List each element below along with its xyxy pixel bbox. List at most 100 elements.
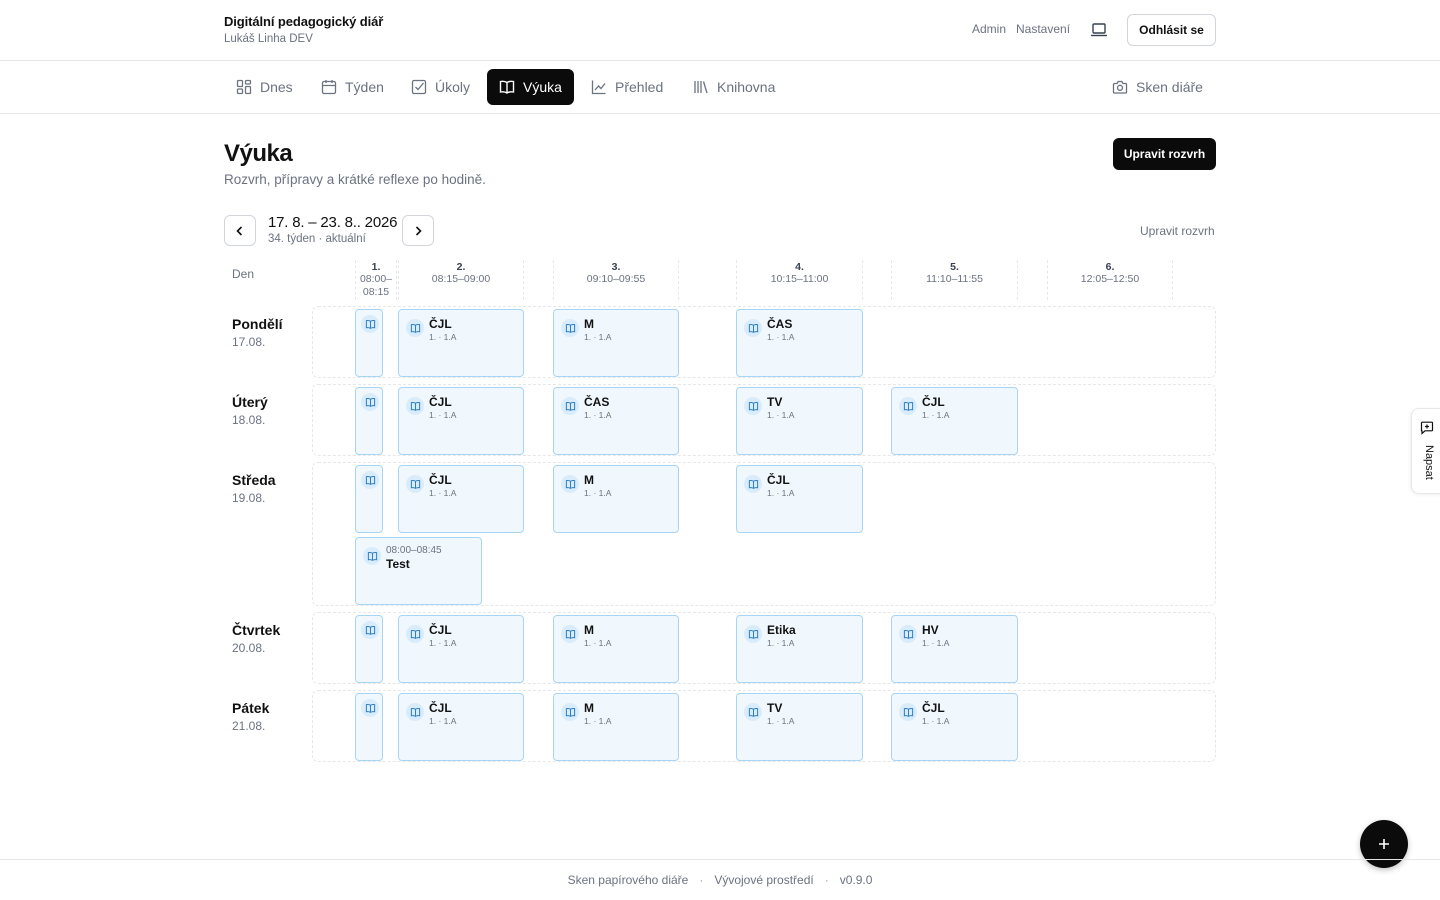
chart-icon xyxy=(591,80,606,95)
lesson-class: 1. · 1.A xyxy=(767,716,795,726)
admin-link[interactable]: Admin xyxy=(972,22,1006,36)
period-time: 08:15–09:00 xyxy=(431,273,491,285)
lesson-card[interactable]: Etika 1. · 1.A xyxy=(736,615,863,683)
library-icon xyxy=(694,81,708,94)
day-name: Pondělí xyxy=(232,316,283,332)
tab-vyuka[interactable]: Výuka xyxy=(487,69,574,105)
event-title: Test xyxy=(386,557,410,571)
book-icon xyxy=(899,397,917,415)
book-icon xyxy=(361,315,379,333)
lesson-subject: HV xyxy=(922,623,939,637)
book-icon xyxy=(744,625,762,643)
lesson-class: 1. · 1.A xyxy=(584,410,612,420)
period-number: 3. xyxy=(611,261,621,273)
tab-label: Sken diáře xyxy=(1136,79,1203,95)
lesson-class: 1. · 1.A xyxy=(922,638,950,648)
lesson-subject: TV xyxy=(767,701,783,715)
day-name: Středa xyxy=(232,472,276,488)
lesson-card[interactable]: ČJL 1. · 1.A xyxy=(736,465,863,533)
period-number: 2. xyxy=(456,261,466,273)
lesson-card[interactable]: ČJL 1. · 1.A xyxy=(398,309,524,377)
next-week-button[interactable] xyxy=(402,215,434,246)
lesson-card[interactable]: M 1. · 1.A xyxy=(553,309,679,377)
lesson-class: 1. · 1.A xyxy=(922,410,950,420)
lesson-subject: ČJL xyxy=(429,701,452,715)
lesson-card[interactable] xyxy=(355,615,383,683)
period-header: 5. 11:10–11:55 xyxy=(891,260,1018,300)
calendar-icon xyxy=(321,80,337,95)
lesson-card[interactable] xyxy=(355,309,383,377)
footer-scan-link[interactable]: Sken papírového diáře xyxy=(568,873,689,887)
lesson-card[interactable] xyxy=(355,465,383,533)
footer: Sken papírového diáře · Vývojové prostře… xyxy=(0,859,1440,900)
settings-link[interactable]: Nastavení xyxy=(1016,22,1070,36)
main-navigation: Dnes Týden Úkoly Výuka Přehled Knihovna … xyxy=(0,61,1440,114)
book-icon xyxy=(561,397,579,415)
lesson-class: 1. · 1.A xyxy=(584,488,612,498)
day-name: Čtvrtek xyxy=(232,622,281,638)
camera-icon xyxy=(1112,80,1128,94)
lesson-class: 1. · 1.A xyxy=(429,332,457,342)
lesson-card[interactable]: HV 1. · 1.A xyxy=(891,615,1018,683)
lesson-card[interactable]: ČJL 1. · 1.A xyxy=(398,693,524,761)
period-number: 6. xyxy=(1105,261,1115,273)
lesson-card[interactable] xyxy=(355,387,383,455)
lesson-card[interactable]: ČJL 1. · 1.A xyxy=(891,693,1018,761)
lesson-subject: ČAS xyxy=(584,395,610,409)
lesson-card[interactable]: TV 1. · 1.A xyxy=(736,693,863,761)
tab-tyden[interactable]: Týden xyxy=(309,69,396,105)
book-icon xyxy=(899,703,917,721)
lesson-subject: ČJL xyxy=(767,473,790,487)
book-icon xyxy=(406,397,424,415)
lesson-card[interactable]: ČJL 1. · 1.A xyxy=(398,465,524,533)
lesson-class: 1. · 1.A xyxy=(584,332,612,342)
lesson-subject: M xyxy=(584,623,594,637)
edit-schedule-button[interactable]: Upravit rozvrh xyxy=(1113,138,1216,170)
tab-label: Dnes xyxy=(260,79,293,95)
period-time: 11:10–11:55 xyxy=(926,273,983,285)
feedback-tab[interactable]: Napsat xyxy=(1411,408,1440,494)
lesson-card[interactable]: ČJL 1. · 1.A xyxy=(891,387,1018,455)
lesson-card[interactable]: ČAS 1. · 1.A xyxy=(553,387,679,455)
top-bar: Digitální pedagogický diář Lukáš Linha D… xyxy=(0,0,1440,61)
lesson-card[interactable]: M 1. · 1.A xyxy=(553,465,679,533)
book-icon xyxy=(744,475,762,493)
event-card[interactable]: 08:00–08:45 Test xyxy=(355,537,482,605)
lesson-card[interactable]: ČAS 1. · 1.A xyxy=(736,309,863,377)
period-header: 6. 12:05–12:50 xyxy=(1047,260,1173,300)
lesson-card[interactable]: M 1. · 1.A xyxy=(553,693,679,761)
book-icon xyxy=(406,319,424,337)
book-icon xyxy=(406,475,424,493)
lesson-card[interactable]: M 1. · 1.A xyxy=(553,615,679,683)
tab-ukoly[interactable]: Úkoly xyxy=(399,69,482,105)
event-time: 08:00–08:45 xyxy=(386,545,442,556)
lesson-card[interactable] xyxy=(355,693,383,761)
lesson-subject: M xyxy=(584,473,594,487)
lesson-class: 1. · 1.A xyxy=(584,716,612,726)
lesson-card[interactable]: TV 1. · 1.A xyxy=(736,387,863,455)
lesson-card[interactable]: ČJL 1. · 1.A xyxy=(398,387,524,455)
edit-schedule-link[interactable]: Upravit rozvrh xyxy=(1140,224,1215,238)
tab-label: Knihovna xyxy=(717,79,776,95)
book-icon xyxy=(406,625,424,643)
book-icon xyxy=(361,621,379,639)
footer-environment: Vývojové prostředí xyxy=(714,873,814,887)
tab-sken-diare[interactable]: Sken diáře xyxy=(1100,69,1215,105)
lesson-subject: ČAS xyxy=(767,317,793,331)
book-icon xyxy=(744,397,762,415)
tab-knihovna[interactable]: Knihovna xyxy=(681,69,787,105)
previous-week-button[interactable] xyxy=(224,215,256,246)
lesson-card[interactable]: ČJL 1. · 1.A xyxy=(398,615,524,683)
laptop-icon[interactable] xyxy=(1090,22,1108,38)
tab-dnes[interactable]: Dnes xyxy=(224,69,305,105)
chevron-left-icon xyxy=(236,225,243,236)
logout-button[interactable]: Odhlásit se xyxy=(1127,14,1216,46)
lesson-subject: M xyxy=(584,701,594,715)
period-header: 1. 08:00– 08:15 xyxy=(355,260,397,300)
book-icon xyxy=(561,625,579,643)
lesson-subject: ČJL xyxy=(429,317,452,331)
period-number: 1. xyxy=(371,261,381,273)
lesson-class: 1. · 1.A xyxy=(429,716,457,726)
book-icon xyxy=(561,319,579,337)
tab-prehled[interactable]: Přehled xyxy=(579,69,675,105)
